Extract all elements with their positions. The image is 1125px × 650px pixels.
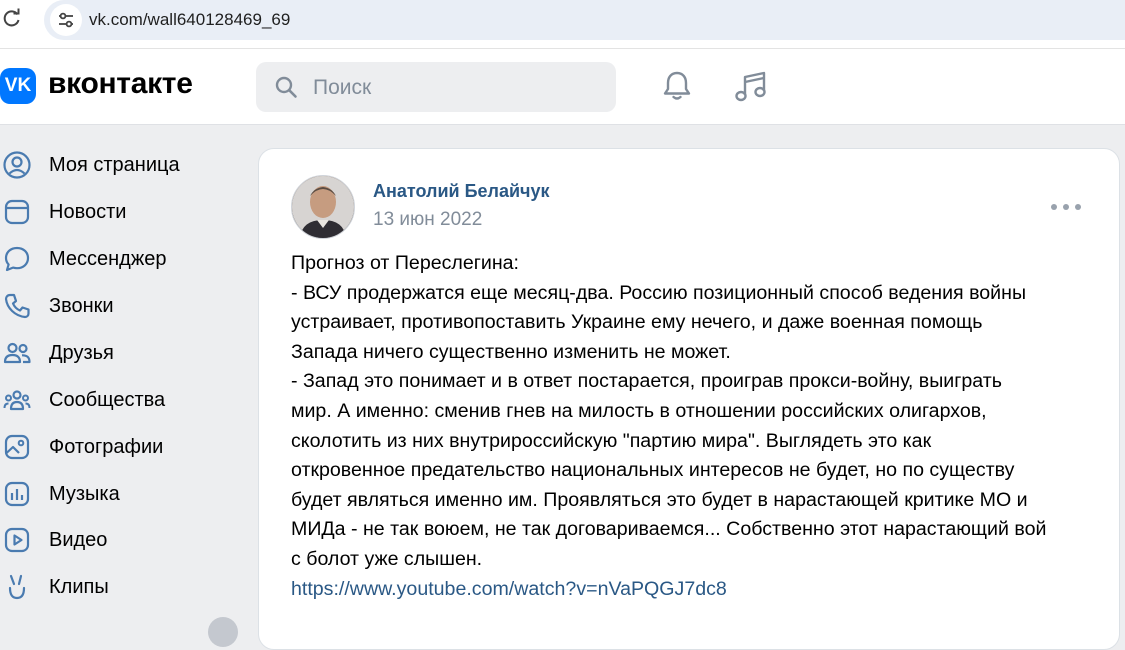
sidebar-item-label: Сообщества (49, 388, 166, 411)
post-text-line: сколотить из них внутрироссийскую "парти… (291, 429, 932, 452)
url-field[interactable]: vk.com/wall640128469_69 (44, 0, 1125, 40)
communities-icon (3, 390, 31, 411)
search-placeholder: Поиск (313, 76, 372, 99)
sidebar-item-calls[interactable]: Звонки (0, 286, 240, 326)
photo-icon (4, 434, 30, 460)
more-options-icon[interactable] (1051, 199, 1081, 215)
sidebar-item-label: Фотографии (49, 435, 164, 458)
sidebar-item-music[interactable]: Музыка (0, 474, 240, 514)
clips-icon (8, 574, 26, 600)
sidebar-item-news[interactable]: Новости (0, 192, 240, 232)
post-text-line: устраивает, противопоставить Украине ему… (291, 311, 983, 334)
vk-header: VK вконтакте Поиск (0, 49, 1125, 125)
sidebar-item-label: Звонки (49, 294, 114, 317)
avatar[interactable] (291, 175, 355, 239)
sidebar-item-messenger[interactable]: Мессенджер (0, 239, 240, 279)
sidebar-item-communities[interactable]: Сообщества (0, 380, 240, 420)
sidebar-item-label: Музыка (49, 482, 120, 505)
vk-logo-text: VK (4, 75, 32, 96)
post-text-line: мир. А именно: сменив гнев на милость в … (291, 399, 987, 422)
sidebar-item-photos[interactable]: Фотографии (0, 427, 240, 467)
vk-logo[interactable]: VK (0, 68, 36, 104)
post-card: Анатолий Белайчук 13 июн 2022 Прогноз от… (258, 148, 1120, 650)
post-text-line: - ВСУ продержатся еще месяц-два. Россию … (291, 281, 1027, 304)
search-icon (275, 76, 297, 98)
phone-icon (4, 293, 30, 319)
sidebar-item-label: Моя страница (49, 153, 180, 176)
youtube-link[interactable]: https://www.youtube.com/watch?v=nVaPQGJ7… (291, 575, 1096, 605)
sidebar-item-label: Новости (49, 200, 127, 223)
sidebar-item-label: Друзья (49, 341, 114, 364)
post-date[interactable]: 13 июн 2022 (373, 209, 482, 231)
vk-wordmark[interactable]: вконтакте (48, 67, 193, 101)
music-icon[interactable] (733, 69, 769, 105)
post-text-line: будет являться именно им. Проявляться эт… (291, 488, 1028, 511)
post-text-line: откровенное предательство национальных и… (291, 459, 1015, 482)
video-icon (4, 527, 30, 553)
sidebar-item-video[interactable]: Видео (0, 520, 240, 560)
friends-icon (3, 342, 31, 364)
user-circle-icon (3, 151, 31, 179)
sidebar-item-label: Видео (49, 528, 108, 551)
post-text-line: - Запад это понимает и в ответ постарает… (291, 370, 1002, 393)
news-icon (4, 199, 30, 225)
sidebar-item-label: Мессенджер (49, 247, 167, 270)
post-text-line: МИДа - не так воюем, не так договариваем… (291, 518, 1047, 541)
message-icon (4, 246, 30, 272)
music-bars-icon (4, 481, 30, 507)
url-text: vk.com/wall640128469_69 (89, 10, 291, 29)
sidebar-item-label: Клипы (49, 575, 109, 598)
sidebar-item-friends[interactable]: Друзья (0, 333, 240, 373)
post-text: Прогноз от Переслегина: - ВСУ продержатс… (291, 249, 1096, 604)
site-info-icon[interactable] (50, 4, 82, 36)
post-text-line: с болот уже слышен. (291, 547, 483, 570)
post-text-line: Запада ничего существенно изменить не мо… (291, 340, 731, 363)
browser-address-bar: vk.com/wall640128469_69 (0, 0, 1125, 49)
sidebar-item-clips[interactable]: Клипы (0, 567, 240, 607)
sidebar-scroll-indicator (208, 617, 238, 647)
post-text-line: Прогноз от Переслегина: (291, 252, 519, 274)
sidebar-item-my-page[interactable]: Моя страница (0, 145, 240, 185)
avatar-photo (292, 176, 354, 238)
bell-icon[interactable] (660, 69, 694, 103)
search-input[interactable]: Поиск (256, 62, 616, 112)
reload-icon[interactable] (2, 8, 22, 28)
post-author[interactable]: Анатолий Белайчук (373, 181, 550, 202)
